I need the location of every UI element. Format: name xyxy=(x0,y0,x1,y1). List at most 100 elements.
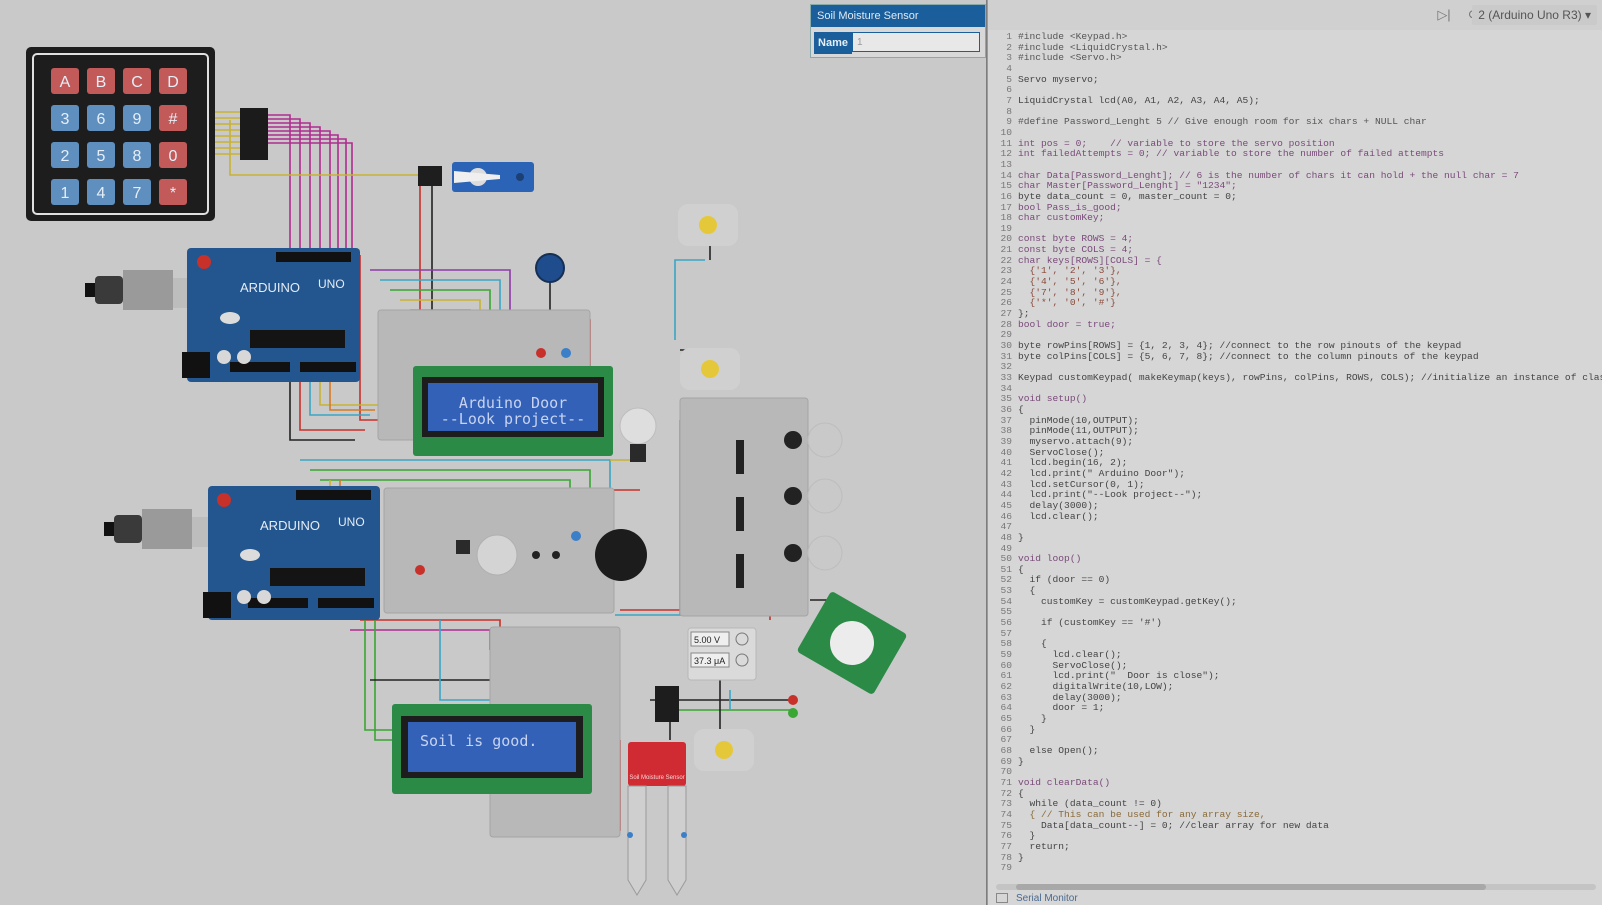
arduino-logo-1: ARDUINO xyxy=(240,280,300,295)
dc-motor-3[interactable] xyxy=(694,729,754,771)
code-line[interactable]: 69} xyxy=(988,756,1602,768)
properties-title: Soil Moisture Sensor xyxy=(811,5,985,27)
code-line[interactable]: 77 return; xyxy=(988,841,1602,853)
code-line[interactable]: 50 void loop() xyxy=(988,553,1602,565)
name-field[interactable]: 1 xyxy=(852,32,980,52)
properties-name-row: Name 1 xyxy=(814,32,982,54)
line-number: 74 xyxy=(1000,808,1012,820)
code-line[interactable]: 64 door = 1; xyxy=(988,703,1602,714)
arduino-uno-label-2: UNO xyxy=(338,515,365,529)
code-line[interactable]: 31 byte colPins[COLS] = {5, 6, 7, 8}; //c… xyxy=(988,351,1602,363)
dc-motor-2[interactable] xyxy=(680,348,740,390)
soil-sensor-label: Soil Moisture Sensor xyxy=(629,775,684,781)
code-line[interactable]: 46 lcd.clear(); xyxy=(988,511,1602,523)
code-line[interactable]: 9 #define Password_Lenght 5 // Give enoug… xyxy=(988,117,1602,128)
line-text: void loop() xyxy=(1018,553,1082,565)
code-line[interactable]: 26 {'*', '0', '#'} xyxy=(988,298,1602,309)
code-line[interactable]: 79 xyxy=(988,863,1602,874)
code-line[interactable]: 18 char customKey; xyxy=(988,212,1602,224)
code-line[interactable]: 45 delay(3000); xyxy=(988,499,1602,512)
keypad-key-label: 1 xyxy=(61,185,70,202)
board-select-dropdown[interactable]: 2 (Arduino Uno R3) ▾ xyxy=(1472,5,1597,25)
code-line[interactable]: 78} xyxy=(988,851,1602,864)
pir-motion-sensor[interactable] xyxy=(796,591,907,696)
line-number: 10 xyxy=(1000,126,1012,138)
code-line[interactable]: 5 Servo myservo; xyxy=(988,73,1602,86)
multimeter[interactable]: 5.00 V 37.3 μA xyxy=(687,627,757,681)
code-line[interactable]: 65 } xyxy=(988,713,1602,725)
code-line[interactable]: 68 else Open(); xyxy=(988,745,1602,757)
code-line[interactable]: 57 xyxy=(988,628,1602,640)
led-blue-2 xyxy=(571,531,581,541)
servo-motor[interactable] xyxy=(418,162,534,192)
code-line[interactable]: 33 Keypad customKeypad( makeKeymap(keys),… xyxy=(988,372,1602,384)
circuit-canvas[interactable]: A B C D 3 6 9 #2 5 8 0 1 4 7 * ARDUINO UNO xyxy=(0,0,986,905)
line-number: 7 xyxy=(1006,94,1012,106)
board-select-label: 2 (Arduino Uno R3) xyxy=(1478,8,1582,22)
pushbutton-1[interactable] xyxy=(532,551,540,559)
step-over-icon[interactable]: ▷| xyxy=(1434,5,1454,25)
code-line[interactable]: 56 if (customKey == '#') xyxy=(988,617,1602,629)
horizontal-scrollbar[interactable] xyxy=(996,884,1596,890)
keypad-key-label: 5 xyxy=(97,148,106,165)
code-line[interactable]: 39 myservo.attach(9); xyxy=(988,435,1602,448)
code-line[interactable]: 71 void clearData() xyxy=(988,776,1602,789)
line-number: 39 xyxy=(1000,435,1012,447)
led-green-3 xyxy=(788,708,798,718)
code-toolbar: ▷| ⟳ 2 (Arduino Uno R3) ▾ xyxy=(988,0,1602,30)
code-editor[interactable]: 1 #include <Keypad.h> 2 #include <LiquidCry… xyxy=(988,32,1602,880)
code-line[interactable]: 13 xyxy=(988,158,1602,171)
properties-panel: Soil Moisture Sensor Name 1 xyxy=(810,4,986,58)
code-line[interactable]: 3 #include <Servo.h> xyxy=(988,53,1602,64)
lcd-display-2[interactable]: Soil is good. xyxy=(392,704,592,794)
pushbutton-2[interactable] xyxy=(552,551,560,559)
code-line[interactable]: 35 void setup() xyxy=(988,394,1602,405)
code-line[interactable]: 48} xyxy=(988,532,1602,544)
code-line[interactable]: 75 Data[data_count--] = 0; //clear array… xyxy=(988,819,1602,832)
code-line[interactable]: 74 { // This can be used for any array s… xyxy=(988,808,1602,821)
line-text: int failedAttempts = 0; // variable to s… xyxy=(1018,148,1445,160)
keypad-key-label: 6 xyxy=(97,111,106,128)
light-bulb[interactable] xyxy=(619,407,657,462)
code-line[interactable]: 42 lcd.print(" Arduino Door"); xyxy=(988,468,1602,480)
code-line[interactable]: 28 bool door = true; xyxy=(988,319,1602,331)
lcd-display-1[interactable]: Arduino Door --Look project-- xyxy=(413,366,613,456)
code-line[interactable]: 76 } xyxy=(988,831,1602,842)
line-number: 13 xyxy=(1000,158,1012,170)
serial-monitor-toggle[interactable]: Serial Monitor xyxy=(988,893,1602,905)
code-line[interactable]: 7 LiquidCrystal lcd(A0, A1, A2, A3, A4, A… xyxy=(988,94,1602,107)
line-text: Servo myservo; xyxy=(1018,73,1099,85)
potentiometer[interactable] xyxy=(535,253,565,283)
arduino-uno-1[interactable]: ARDUINO UNO xyxy=(85,248,360,382)
code-line[interactable]: 12 int failedAttempts = 0; // variable to… xyxy=(988,149,1602,160)
multimeter-current: 37.3 μA xyxy=(694,656,725,666)
transistor xyxy=(456,540,470,554)
code-editor-panel: ▷| ⟳ 2 (Arduino Uno R3) ▾ 1#include <Key… xyxy=(987,0,1602,905)
code-line[interactable]: 66 } xyxy=(988,724,1602,736)
code-line[interactable]: 47 xyxy=(988,522,1602,533)
serial-monitor-icon xyxy=(996,893,1008,904)
keypad-key-label: D xyxy=(167,74,179,91)
line-number: 71 xyxy=(1000,776,1012,788)
piezo-buzzer[interactable] xyxy=(595,529,647,581)
diode-outlines xyxy=(807,422,843,571)
soil-moisture-sensor[interactable]: Soil Moisture Sensor xyxy=(627,742,687,896)
dc-motor-1[interactable] xyxy=(678,204,738,246)
code-line[interactable]: 10 xyxy=(988,126,1602,139)
arduino-uno-label-1: UNO xyxy=(318,277,345,291)
line-text: customKey = customKeypad.getKey(); xyxy=(1018,595,1237,607)
keypad-key-label: 0 xyxy=(169,148,178,165)
code-line[interactable]: 16 byte data_count = 0, master_count = 0; xyxy=(988,191,1602,203)
code-line[interactable]: 52 if (door == 0) xyxy=(988,575,1602,586)
line-text: delay(3000); xyxy=(1018,499,1099,511)
line-text: } xyxy=(1018,851,1024,863)
scrollbar-thumb[interactable] xyxy=(1016,884,1486,890)
keypad-key-label: 4 xyxy=(97,185,106,202)
line-number: 45 xyxy=(1000,499,1012,511)
line-text: Data[data_count--] = 0; //clear array fo… xyxy=(1018,819,1329,831)
code-line[interactable]: 54 customKey = customKeypad.getKey(); xyxy=(988,595,1602,608)
arduino-uno-2[interactable]: ARDUINO UNO xyxy=(104,486,380,620)
circuit-drawing[interactable]: A B C D 3 6 9 #2 5 8 0 1 4 7 * ARDUINO UNO xyxy=(0,0,986,905)
line-number: 6 xyxy=(1006,84,1012,96)
keypad[interactable]: A B C D 3 6 9 #2 5 8 0 1 4 7 * xyxy=(26,47,215,221)
